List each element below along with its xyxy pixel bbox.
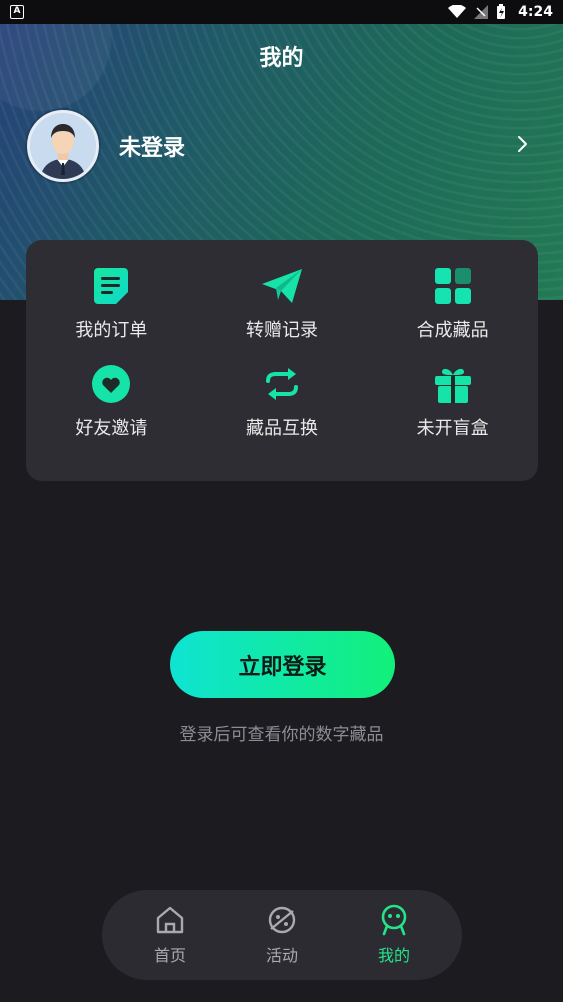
nav-item-activity[interactable]: 活动 — [237, 904, 327, 966]
menu-label: 合成藏品 — [416, 320, 489, 341]
home-icon — [154, 904, 186, 936]
menu-label: 好友邀请 — [75, 417, 148, 439]
avatar[interactable] — [27, 110, 99, 182]
signal-icon — [474, 5, 489, 19]
menu-item-synthesize[interactable]: 合成藏品 — [367, 266, 538, 364]
menu-label: 未开盲盒 — [416, 417, 489, 439]
nav-item-mine[interactable]: 我的 — [349, 904, 439, 966]
menu-card: 我的订单 转赠记录 合成藏品 好友邀请 藏品互换 未开盲盒 — [26, 240, 538, 481]
wifi-icon — [448, 5, 467, 18]
planet-icon — [266, 904, 298, 936]
heart-circle-icon — [91, 364, 131, 404]
bottom-navigation: 首页 活动 我的 — [102, 890, 462, 980]
smiley-mine-icon — [378, 904, 410, 936]
status-bar: A 4:24 — [0, 0, 563, 24]
page-title: 我的 — [259, 46, 304, 71]
nav-label: 首页 — [153, 946, 186, 965]
grid-tiles-icon — [433, 266, 473, 306]
order-list-icon — [91, 266, 131, 306]
menu-item-transfer-records[interactable]: 转赠记录 — [197, 266, 368, 364]
default-user-avatar-icon — [30, 113, 96, 179]
login-hint: 登录后可查看你的数字藏品 — [179, 725, 384, 745]
battery-icon — [497, 4, 506, 19]
profile-row[interactable]: 未登录 — [27, 110, 537, 182]
gift-box-icon — [433, 364, 473, 404]
nav-item-home[interactable]: 首页 — [125, 904, 215, 966]
notification-icon: A — [10, 5, 24, 19]
menu-item-unopened-boxes[interactable]: 未开盲盒 — [367, 364, 538, 462]
profile-name[interactable]: 未登录 — [119, 130, 517, 162]
login-button[interactable]: 立即登录 — [170, 631, 395, 698]
nav-label: 我的 — [377, 946, 410, 965]
menu-item-exchange[interactable]: 藏品互换 — [197, 364, 368, 462]
chevron-right-icon[interactable] — [517, 134, 529, 158]
clock: 4:24 — [518, 4, 553, 20]
menu-item-invite-friends[interactable]: 好友邀请 — [26, 364, 197, 462]
menu-label: 转赠记录 — [245, 320, 318, 341]
app-screen: A 4:24 我的 未登录 我的订单 转赠记录 合成藏品 好友邀请 藏品互换 未… — [0, 0, 563, 1002]
swap-arrows-icon — [262, 364, 302, 404]
nav-label: 活动 — [265, 946, 298, 965]
menu-label: 我的订单 — [75, 320, 148, 341]
menu-label: 藏品互换 — [245, 417, 318, 439]
menu-item-orders[interactable]: 我的订单 — [26, 266, 197, 364]
paper-plane-icon — [261, 266, 302, 306]
